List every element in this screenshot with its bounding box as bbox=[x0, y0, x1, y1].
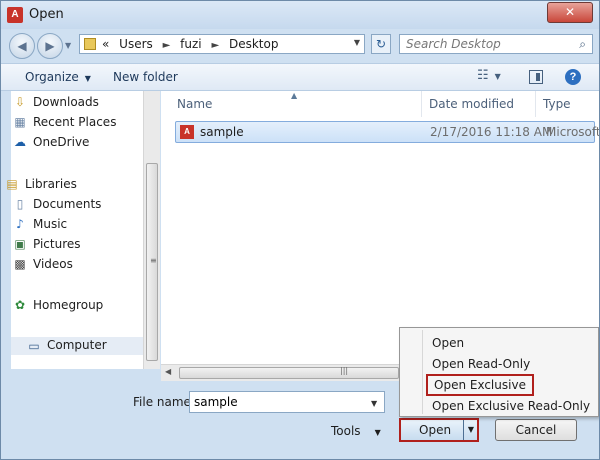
sidebar-item-music[interactable]: ♪ Music bbox=[16, 217, 68, 231]
menu-item-open-read-only[interactable]: Open Read-Only bbox=[432, 357, 530, 371]
sidebar-item-label: Pictures bbox=[33, 237, 81, 251]
sidebar-item-pictures[interactable]: ▣ Pictures bbox=[14, 237, 81, 251]
breadcrumb-desktop[interactable]: Desktop bbox=[229, 37, 279, 51]
recent-locations-dropdown-icon[interactable]: ▼ bbox=[65, 41, 71, 50]
file-name: sample bbox=[200, 125, 244, 139]
pictures-icon: ▣ bbox=[14, 237, 26, 251]
sidebar-item-label: OneDrive bbox=[33, 135, 90, 149]
sidebar-item-downloads[interactable]: ⇩ Downloads bbox=[15, 95, 99, 109]
downloads-icon: ⇩ bbox=[14, 95, 26, 109]
sidebar-item-libraries[interactable]: ▤ Libraries bbox=[6, 177, 77, 191]
libraries-icon: ▤ bbox=[6, 177, 18, 191]
help-icon[interactable]: ? bbox=[565, 69, 581, 85]
folder-icon bbox=[84, 38, 96, 50]
menu-gutter bbox=[422, 330, 423, 414]
search-placeholder: Search Desktop bbox=[406, 37, 501, 51]
tools-menu-button[interactable]: Tools ▼ bbox=[331, 424, 381, 438]
navigation-pane: ⇩ Downloads ▦ Recent Places ☁ OneDrive ▤ Lib… bbox=[6, 91, 143, 369]
search-input[interactable]: Search Desktop ⌕ bbox=[399, 34, 593, 54]
title-bar: A Open ✕ bbox=[1, 1, 599, 29]
open-options-menu: Open Open Read-Only Open Exclusive Open … bbox=[399, 327, 599, 417]
recent-places-icon: ▦ bbox=[14, 115, 26, 129]
refresh-button[interactable]: ↻ bbox=[371, 34, 391, 54]
grip-icon: ||| bbox=[340, 366, 349, 375]
search-icon[interactable]: ⌕ bbox=[579, 37, 586, 52]
breadcrumb-separator-icon[interactable]: ► bbox=[211, 40, 219, 51]
chevron-down-icon: ▼ bbox=[494, 72, 501, 81]
cancel-button[interactable]: Cancel bbox=[495, 419, 577, 441]
close-button[interactable]: ✕ bbox=[547, 2, 593, 23]
scrollbar-thumb-body[interactable]: ||| bbox=[179, 366, 399, 379]
computer-icon: ▭ bbox=[28, 339, 40, 353]
file-type: Microsoft bbox=[546, 125, 600, 139]
documents-icon: ▯ bbox=[16, 197, 24, 211]
access-app-icon: A bbox=[7, 7, 23, 23]
sidebar-item-label: Downloads bbox=[33, 95, 99, 109]
sidebar-item-homegroup[interactable]: ✿ Homegroup bbox=[15, 298, 104, 312]
sidebar-item-label: Homegroup bbox=[33, 298, 104, 312]
address-dropdown-icon[interactable]: ▼ bbox=[354, 38, 360, 47]
open-options-dropdown-icon[interactable]: ▼ bbox=[463, 420, 478, 440]
chevron-down-icon: ▼ bbox=[84, 74, 91, 83]
breadcrumb-users[interactable]: Users bbox=[119, 37, 153, 51]
file-name-input[interactable] bbox=[189, 391, 385, 413]
sidebar-item-computer[interactable]: ▭ Computer bbox=[11, 337, 143, 355]
sidebar-item-label: Libraries bbox=[25, 177, 77, 191]
column-divider[interactable] bbox=[421, 91, 422, 117]
chevron-down-icon: ▼ bbox=[374, 428, 381, 437]
forward-button[interactable]: ▶ bbox=[37, 33, 63, 59]
preview-pane-icon[interactable] bbox=[529, 70, 543, 84]
breadcrumb-fuzi[interactable]: fuzi bbox=[180, 37, 201, 51]
menu-item-open-exclusive-read-only[interactable]: Open Exclusive Read-Only bbox=[432, 399, 590, 413]
address-bar[interactable]: « Users ► fuzi ► Desktop ▼ bbox=[79, 34, 365, 54]
cloud-icon: ☁ bbox=[14, 135, 26, 149]
command-bar: Organize ▼ New folder ☷ ▼ ? bbox=[1, 63, 599, 91]
breadcrumb-separator-icon[interactable]: ► bbox=[163, 40, 171, 51]
menu-item-open[interactable]: Open bbox=[432, 336, 464, 350]
grip-icon: ≡ bbox=[150, 256, 157, 265]
table-row[interactable]: A sample 2/17/2016 11:18 AM Microsoft bbox=[175, 121, 599, 143]
sidebar-item-videos[interactable]: ▩ Videos bbox=[14, 257, 73, 271]
sidebar-item-label: Videos bbox=[33, 257, 73, 271]
access-file-icon: A bbox=[180, 125, 194, 139]
organize-menu-button[interactable]: Organize ▼ bbox=[25, 70, 91, 84]
view-list-icon: ☷ bbox=[477, 68, 489, 83]
breadcrumb: « Users ► fuzi ► Desktop bbox=[102, 37, 284, 51]
column-divider[interactable] bbox=[535, 91, 536, 117]
sidebar-item-label: Documents bbox=[33, 197, 102, 211]
column-header-type[interactable]: Type bbox=[543, 97, 571, 111]
menu-item-open-exclusive[interactable]: Open Exclusive bbox=[426, 374, 534, 396]
file-list-horizontal-scrollbar[interactable]: ◀ ||| bbox=[161, 364, 401, 381]
scroll-left-icon[interactable]: ◀ bbox=[165, 367, 171, 376]
breadcrumb-overflow[interactable]: « bbox=[102, 37, 109, 51]
tools-label: Tools bbox=[331, 424, 361, 438]
new-folder-button[interactable]: New folder bbox=[113, 70, 178, 84]
sidebar-item-label: Music bbox=[33, 217, 68, 231]
back-button[interactable]: ◀ bbox=[9, 33, 35, 59]
sidebar-item-onedrive[interactable]: ☁ OneDrive bbox=[14, 135, 90, 149]
file-name-dropdown-icon[interactable]: ▼ bbox=[371, 399, 377, 408]
homegroup-icon: ✿ bbox=[14, 298, 26, 312]
open-dialog: A Open ✕ ◀ ▶ ▼ « Users ► fuzi ► Desktop … bbox=[0, 0, 600, 460]
sidebar-item-label: Recent Places bbox=[33, 115, 117, 129]
file-date-modified: 2/17/2016 11:18 AM bbox=[430, 125, 553, 139]
column-header-date-modified[interactable]: Date modified bbox=[429, 97, 514, 111]
sidebar-item-documents[interactable]: ▯ Documents bbox=[17, 197, 102, 211]
sidebar-item-label: Computer bbox=[47, 338, 107, 352]
open-button[interactable]: Open bbox=[419, 423, 451, 437]
sidebar-item-recent-places[interactable]: ▦ Recent Places bbox=[14, 115, 117, 129]
navigation-pane-scrollbar[interactable]: ≡ bbox=[143, 91, 160, 369]
navigation-bar: ◀ ▶ ▼ « Users ► fuzi ► Desktop ▼ ↻ Searc… bbox=[1, 29, 599, 63]
videos-icon: ▩ bbox=[14, 257, 26, 271]
music-icon: ♪ bbox=[16, 217, 24, 231]
scrollbar-thumb[interactable]: ≡ bbox=[146, 163, 158, 361]
organize-label: Organize bbox=[25, 70, 79, 84]
open-split-button[interactable]: Open ▼ bbox=[399, 418, 479, 442]
sort-ascending-icon: ▲ bbox=[291, 91, 298, 100]
change-view-button[interactable]: ☷ ▼ bbox=[477, 68, 501, 83]
column-header-name[interactable]: Name bbox=[177, 97, 212, 111]
window-title: Open bbox=[29, 7, 64, 22]
file-name-label: File name: bbox=[133, 395, 195, 409]
